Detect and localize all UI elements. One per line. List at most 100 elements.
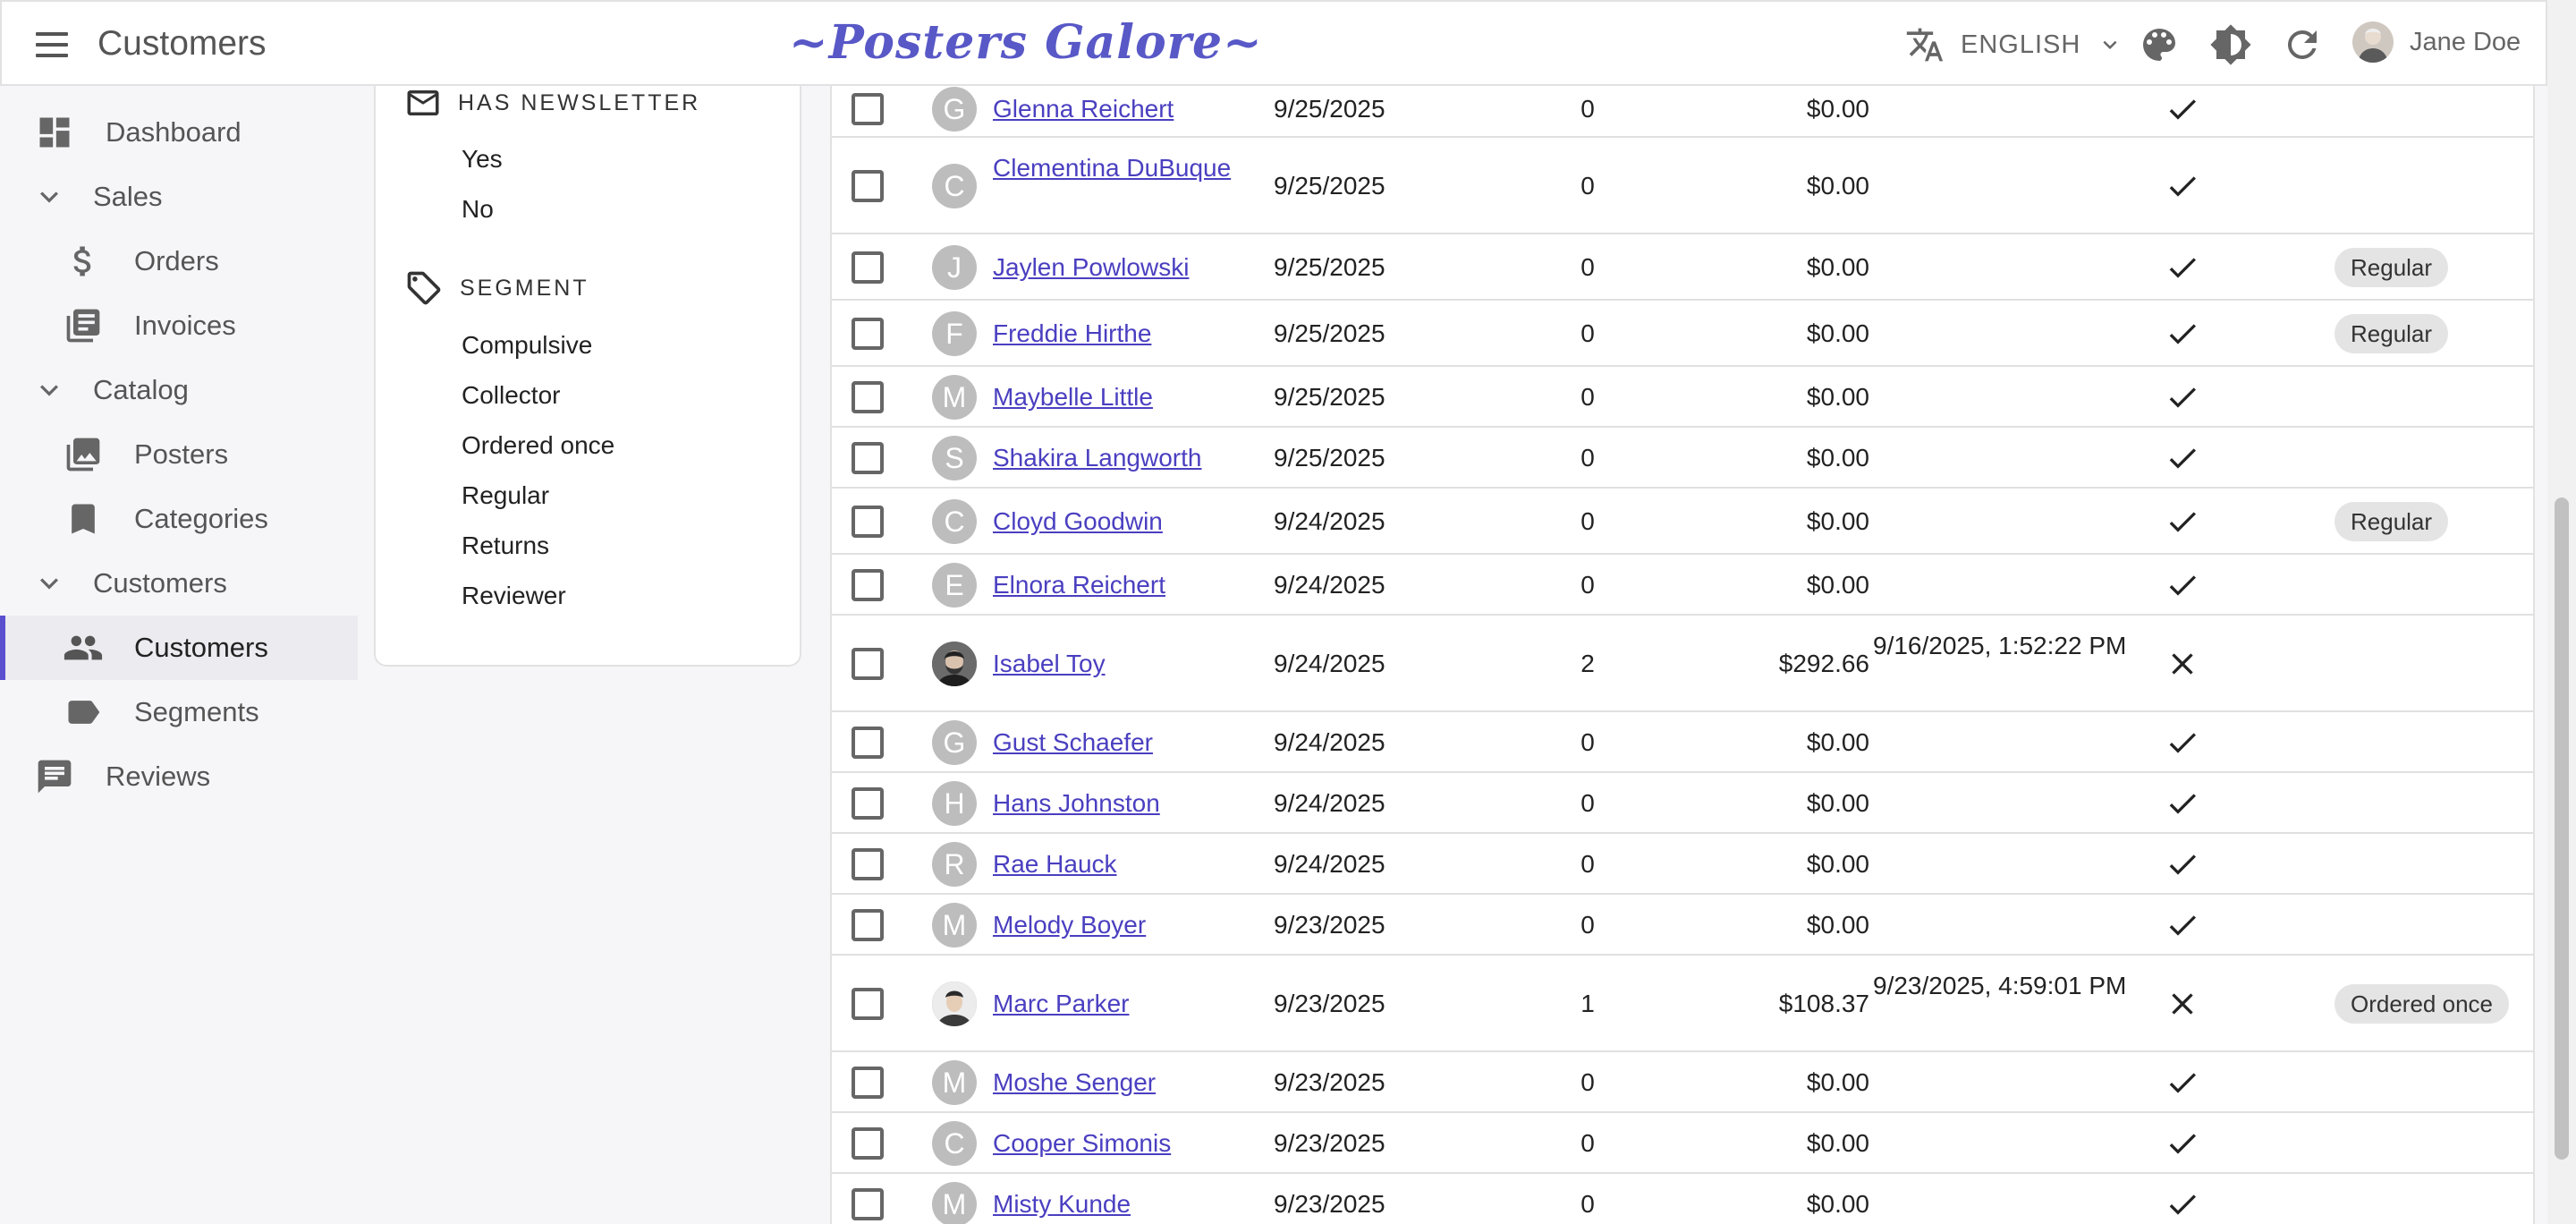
sidebar-group-customers[interactable]: Customers [0, 551, 358, 616]
sidebar-item-reviews[interactable]: Reviews [0, 744, 358, 809]
row-checkbox[interactable] [852, 787, 884, 820]
sidebar-item-orders[interactable]: Orders [0, 229, 358, 293]
customer-name-link[interactable]: Freddie Hirthe [993, 316, 1234, 352]
row-checkbox[interactable] [852, 251, 884, 284]
chevron-down-icon [2103, 40, 2117, 49]
customer-name-link[interactable]: Clementina DuBuque [993, 150, 1234, 186]
customer-name-link[interactable]: Maybelle Little [993, 379, 1234, 415]
table-row[interactable]: H Hans Johnston 9/24/2025 0 $0.00 [832, 773, 2533, 834]
table-row[interactable]: M Melody Boyer 9/23/2025 0 $0.00 [832, 895, 2533, 956]
scrollbar-thumb[interactable] [2555, 497, 2569, 1160]
customer-name-link[interactable]: Melody Boyer [993, 907, 1234, 943]
sidebar-item-posters[interactable]: Posters [0, 422, 358, 487]
customer-name-link[interactable]: Gust Schaefer [993, 725, 1234, 761]
table-row[interactable]: Marc Parker 9/23/2025 1 $108.37 9/23/2025, 4… [832, 956, 2533, 1052]
chevron-down-icon [29, 370, 70, 411]
refresh-icon[interactable] [2281, 23, 2324, 66]
avatar: S [932, 436, 977, 480]
row-checkbox[interactable] [852, 442, 884, 474]
customer-name-link[interactable]: Glenna Reichert [993, 91, 1234, 127]
row-checkbox[interactable] [852, 1067, 884, 1099]
row-checkbox[interactable] [852, 381, 884, 413]
check-icon [2165, 250, 2200, 285]
customer-name-link[interactable]: Hans Johnston [993, 786, 1234, 821]
row-checkbox[interactable] [852, 988, 884, 1020]
check-icon [2165, 846, 2200, 882]
table-row[interactable]: G Gust Schaefer 9/24/2025 0 $0.00 [832, 712, 2533, 773]
table-row[interactable]: M Moshe Senger 9/23/2025 0 $0.00 [832, 1052, 2533, 1113]
customer-name-link[interactable]: Jaylen Powlowski [993, 250, 1234, 285]
table-row[interactable]: J Jaylen Powlowski 9/25/2025 0 $0.00 Regular [832, 234, 2533, 301]
customer-name-link[interactable]: Moshe Senger [993, 1065, 1234, 1101]
customer-name-link[interactable]: Elnora Reichert [993, 567, 1234, 603]
orders-count: 0 [1580, 95, 1595, 123]
customer-name-link[interactable]: Cooper Simonis [993, 1126, 1234, 1161]
orders-count: 0 [1580, 789, 1595, 817]
row-checkbox[interactable] [852, 1188, 884, 1220]
row-checkbox[interactable] [852, 170, 884, 202]
sidebar-group-catalog[interactable]: Catalog [0, 358, 358, 422]
filter-option-ordered-once[interactable]: Ordered once [462, 431, 614, 460]
brightness-icon[interactable] [2209, 23, 2252, 66]
sidebar-item-dashboard[interactable]: Dashboard [0, 100, 358, 165]
table-row[interactable]: M Maybelle Little 9/25/2025 0 $0.00 [832, 367, 2533, 428]
table-row[interactable]: C Cooper Simonis 9/23/2025 0 $0.00 [832, 1113, 2533, 1174]
row-checkbox[interactable] [852, 318, 884, 350]
customer-name-link[interactable]: Misty Kunde [993, 1186, 1234, 1222]
customer-name-link[interactable]: Cloyd Goodwin [993, 504, 1234, 540]
table-row[interactable]: G Glenna Reichert 9/25/2025 0 $0.00 [832, 86, 2533, 138]
check-icon [2165, 316, 2200, 352]
row-checkbox[interactable] [852, 1127, 884, 1160]
total-spent: $0.00 [1806, 571, 1869, 599]
filter-option-no[interactable]: No [462, 195, 494, 224]
filter-option-yes[interactable]: Yes [462, 145, 503, 174]
menu-icon[interactable] [32, 27, 72, 63]
language-selector[interactable]: ENGLISH [1905, 23, 2123, 66]
table-row[interactable]: M Misty Kunde 9/23/2025 0 $0.00 [832, 1174, 2533, 1224]
row-checkbox[interactable] [852, 727, 884, 759]
check-icon [2165, 786, 2200, 821]
table-row[interactable]: Isabel Toy 9/24/2025 2 $292.66 9/16/2025, 1:… [832, 616, 2533, 712]
table-row[interactable]: C Cloyd Goodwin 9/24/2025 0 $0.00 Regular [832, 489, 2533, 555]
last-seen-date: 9/24/2025 [1274, 507, 1385, 535]
table-row[interactable]: C Clementina DuBuque 9/25/2025 0 $0.00 [832, 138, 2533, 234]
filter-option-reviewer[interactable]: Reviewer [462, 582, 566, 610]
avatar: R [932, 842, 977, 887]
customer-name-link[interactable]: Shakira Langworth [993, 440, 1234, 476]
sidebar-group-sales[interactable]: Sales [0, 165, 358, 229]
table-row[interactable]: F Freddie Hirthe 9/25/2025 0 $0.00 Regular [832, 301, 2533, 367]
row-checkbox[interactable] [852, 569, 884, 601]
filter-option-collector[interactable]: Collector [462, 381, 560, 410]
avatar: C [932, 164, 977, 208]
sidebar-item-label: Dashboard [106, 116, 242, 148]
filter-option-returns[interactable]: Returns [462, 531, 549, 560]
customer-name-link[interactable]: Marc Parker [993, 986, 1234, 1022]
row-checkbox[interactable] [852, 848, 884, 880]
bookmark-icon [63, 498, 104, 540]
avatar [932, 982, 977, 1026]
orders-count: 1 [1580, 990, 1595, 1017]
sidebar-item-segments[interactable]: Segments [0, 680, 358, 744]
customer-name-link[interactable]: Isabel Toy [993, 646, 1234, 682]
dashboard-icon [34, 112, 75, 153]
sidebar-item-categories[interactable]: Categories [0, 487, 358, 551]
avatar: J [932, 245, 977, 290]
sidebar-item-customers[interactable]: Customers [0, 616, 358, 680]
filter-option-compulsive[interactable]: Compulsive [462, 331, 592, 360]
row-checkbox[interactable] [852, 909, 884, 941]
palette-icon[interactable] [2138, 23, 2181, 66]
filter-option-regular[interactable]: Regular [462, 481, 549, 510]
sidebar-item-invoices[interactable]: Invoices [0, 293, 358, 358]
check-icon [2165, 91, 2200, 127]
user-avatar [2352, 21, 2394, 63]
table-row[interactable]: R Rae Hauck 9/24/2025 0 $0.00 [832, 834, 2533, 895]
user-menu[interactable]: Jane Doe [2352, 21, 2521, 63]
table-row[interactable]: E Elnora Reichert 9/24/2025 0 $0.00 [832, 555, 2533, 616]
avatar: E [932, 563, 977, 608]
row-checkbox[interactable] [852, 648, 884, 680]
total-spent: $0.00 [1806, 319, 1869, 347]
row-checkbox[interactable] [852, 93, 884, 125]
customer-name-link[interactable]: Rae Hauck [993, 846, 1234, 882]
table-row[interactable]: S Shakira Langworth 9/25/2025 0 $0.00 [832, 428, 2533, 489]
row-checkbox[interactable] [852, 506, 884, 538]
